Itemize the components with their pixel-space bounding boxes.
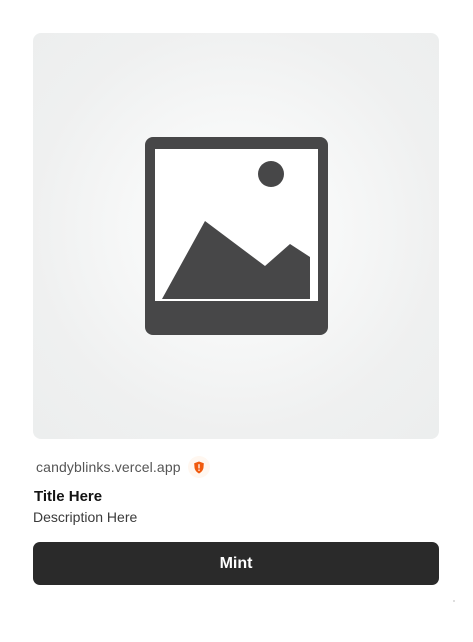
source-domain: candyblinks.vercel.app: [36, 459, 181, 475]
card-title: Title Here: [34, 488, 103, 505]
source-row: candyblinks.vercel.app: [36, 456, 210, 478]
blink-card: candyblinks.vercel.app Title Here Descri…: [0, 0, 473, 642]
mint-button[interactable]: Mint: [33, 542, 439, 585]
image-preview: [33, 33, 439, 439]
warning-shield-icon: [187, 456, 210, 478]
card-description: Description Here: [33, 509, 138, 525]
corner-dot: [453, 600, 455, 602]
image-placeholder-icon: [145, 137, 328, 335]
